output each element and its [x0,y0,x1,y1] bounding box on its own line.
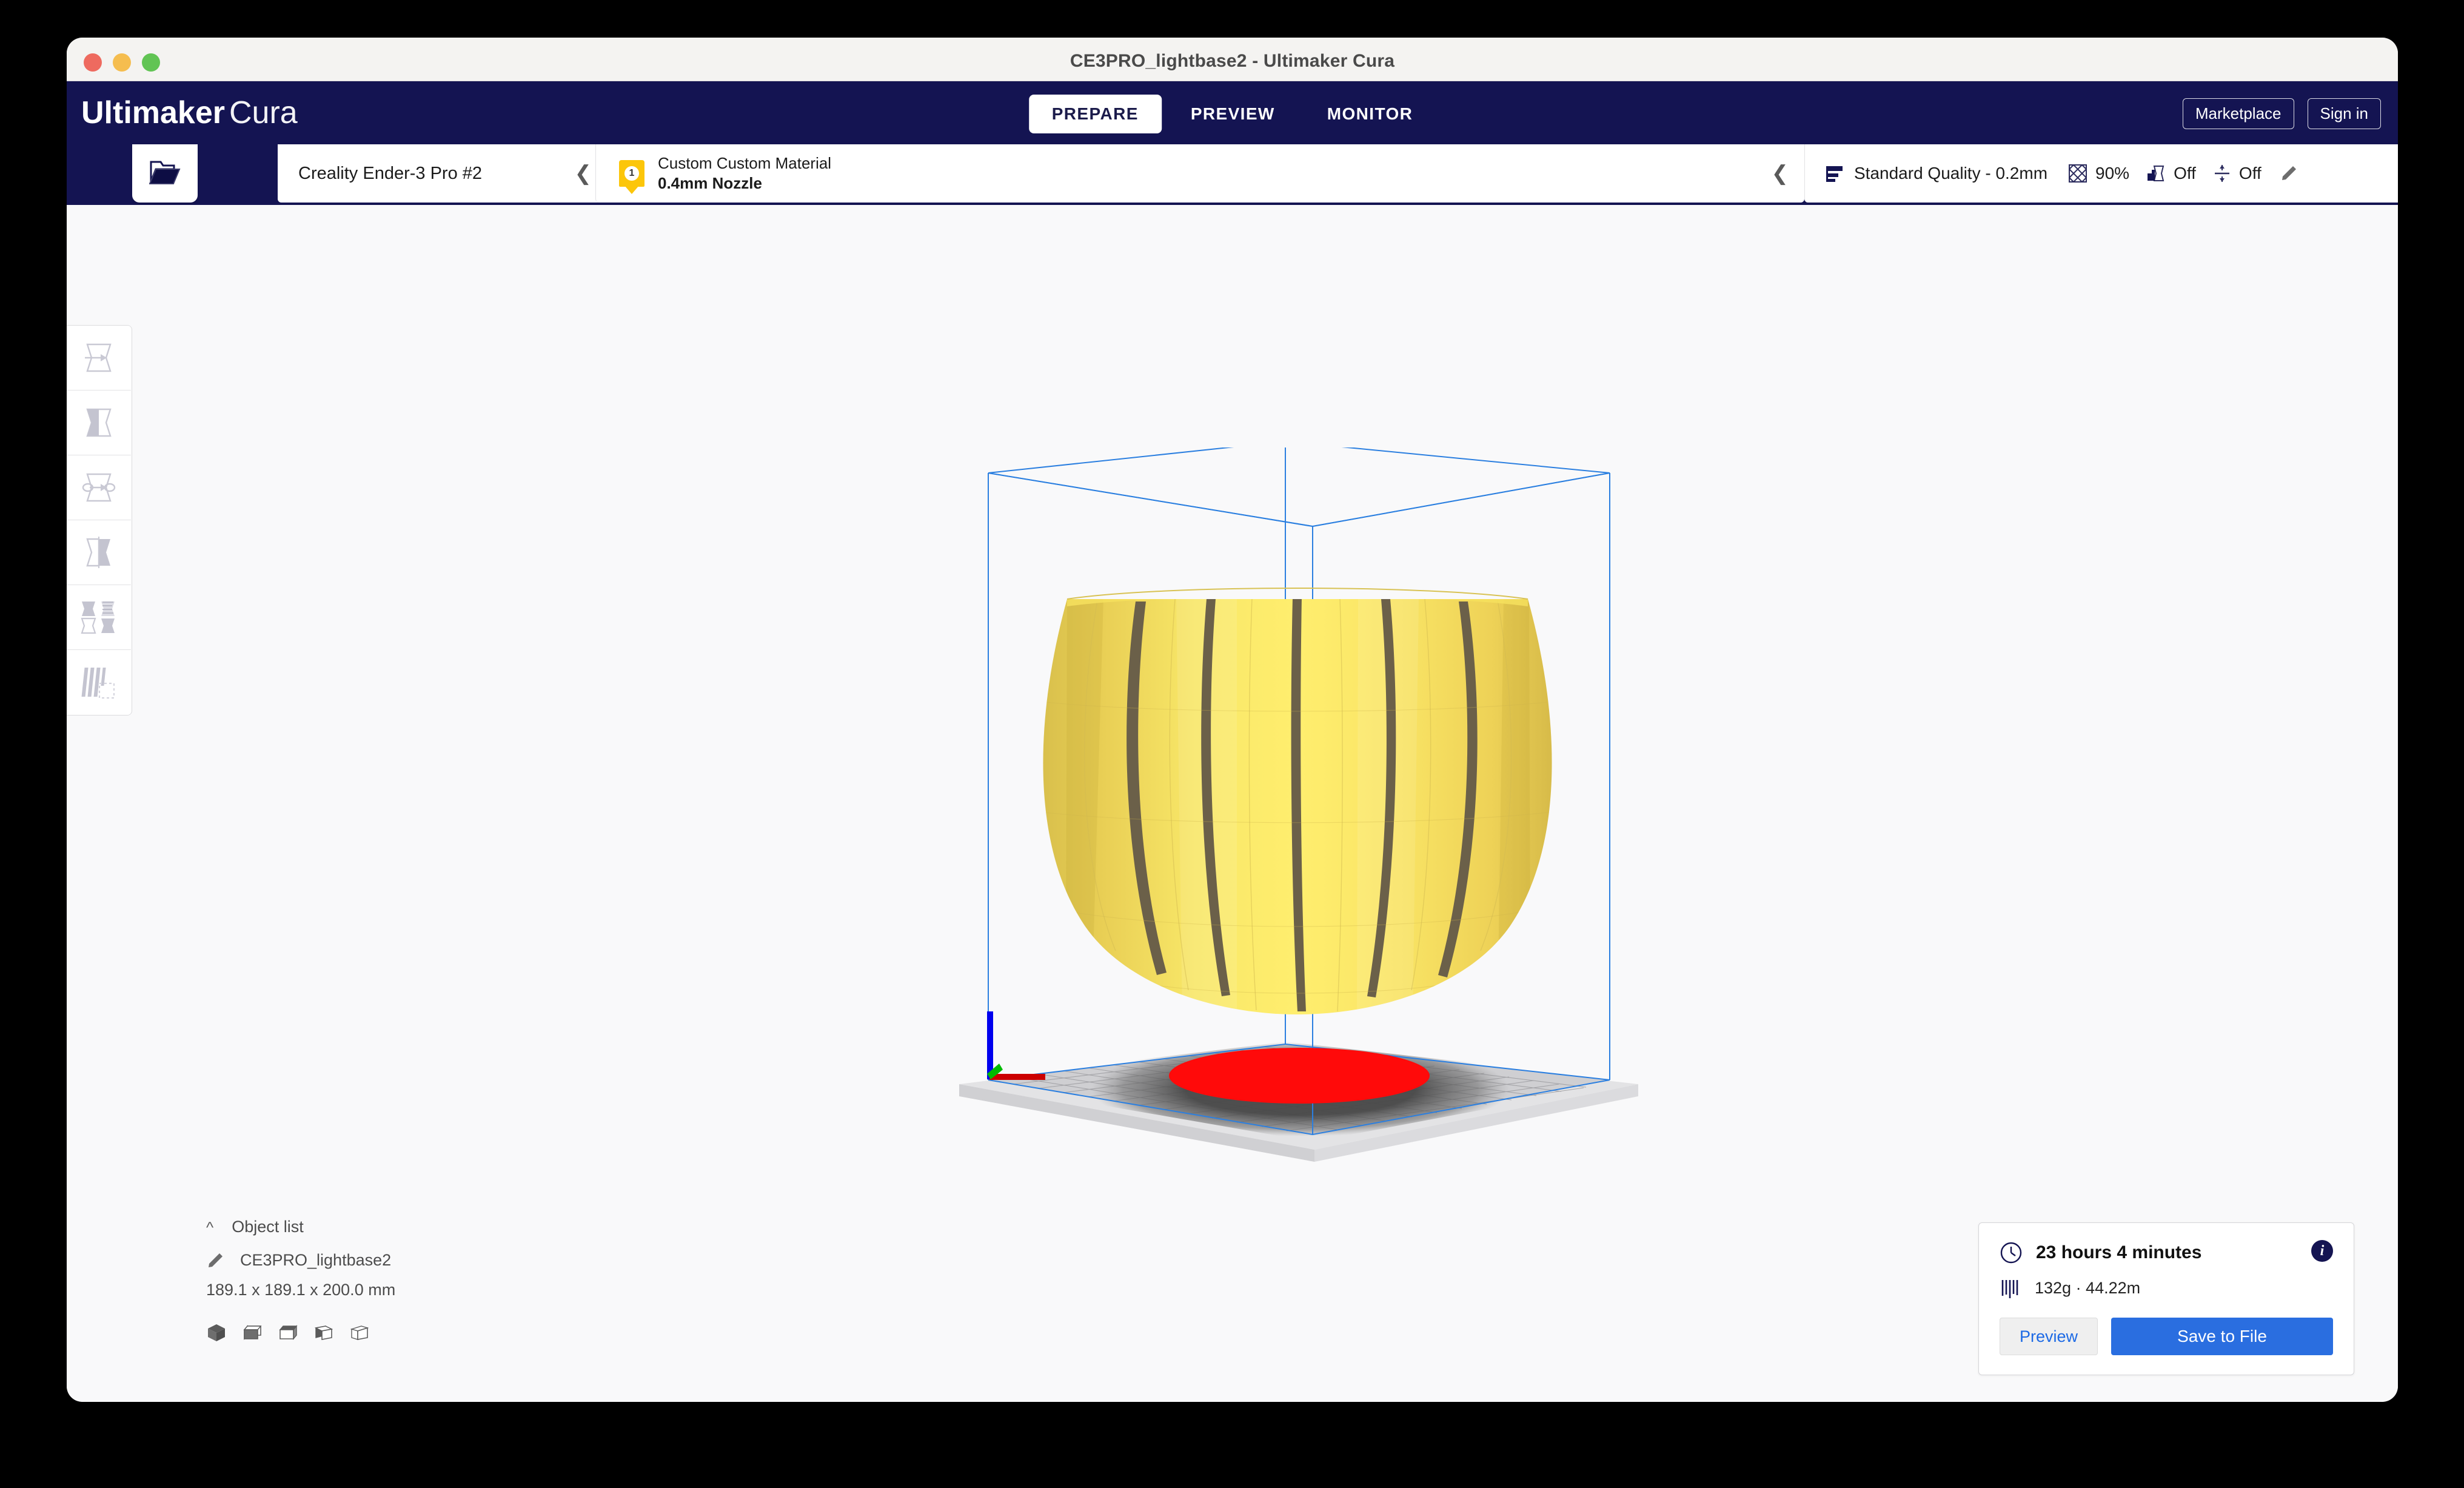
view-right-button[interactable] [349,1322,370,1346]
material-collapse-chevron-left-icon[interactable]: ❮ [1772,163,1789,184]
window-titlebar: CE3PRO_lightbase2 - Ultimaker Cura [67,38,2398,81]
printer-selector[interactable]: Creality Ender-3 Pro #2 ❮ [278,144,605,203]
per-model-settings-tool-button[interactable] [67,585,131,650]
infill-setting[interactable]: 90% [2068,164,2129,183]
material-usage-row: 132g · 44.22m [2000,1276,2333,1299]
cube-right-icon [350,1325,369,1340]
support-setting[interactable]: Off [2146,164,2196,183]
tab-preview[interactable]: PREVIEW [1168,95,1298,133]
main-tabs: PREPARE PREVIEW MONITOR [1028,95,1436,133]
preview-button[interactable]: Preview [2000,1318,2098,1355]
clock-icon [2000,1242,2022,1264]
collapse-chevron-up-icon[interactable]: ^ [206,1219,213,1235]
overhang-warning-area [1169,1048,1430,1104]
infill-value: 90% [2095,164,2130,183]
extruder-number: 1 [624,166,639,181]
axis-indicator [987,1011,1045,1080]
marketplace-button[interactable]: Marketplace [2182,98,2294,129]
adhesion-icon [2214,165,2229,182]
open-folder-icon [149,161,181,184]
print-info-panel: 23 hours 4 minutes i 132g · 44.22m Previ… [1978,1222,2354,1375]
per-model-settings-icon [81,602,115,634]
edit-settings-button[interactable] [2280,164,2298,183]
mirror-icon [86,537,110,568]
view-3d-button[interactable] [206,1322,227,1346]
print-time-value: 23 hours 4 minutes [2036,1242,2202,1262]
sign-in-button[interactable]: Sign in [2307,98,2381,129]
app-logo: Ultimaker Cura [81,95,298,131]
move-icon [85,343,112,372]
3d-viewport[interactable]: ^ Object list CE3PRO_lightbase2 189.1 x … [67,205,2398,1402]
pencil-icon [209,1253,223,1267]
print-time-row: 23 hours 4 minutes i [2000,1240,2333,1264]
material-selector[interactable]: 1 Custom Custom Material 0.4mm Nozzle ❮ [595,144,1804,203]
move-tool-button[interactable] [67,326,131,390]
info-icon[interactable]: i [2311,1240,2333,1262]
cube-3d-icon [208,1324,225,1341]
object-list-title: Object list [232,1218,304,1236]
rotate-tool-button[interactable] [67,455,131,520]
cura-window: CE3PRO_lightbase2 - Ultimaker Cura Ultim… [67,38,2398,1402]
3d-scene [922,447,1673,1260]
rotate-icon [82,473,116,502]
camera-view-buttons [206,1322,631,1346]
adhesion-setting[interactable]: Off [2213,164,2261,183]
axis-z [987,1011,993,1079]
tab-prepare[interactable]: PREPARE [1028,95,1162,133]
object-list-item[interactable]: CE3PRO_lightbase2 [206,1251,631,1270]
view-left-button[interactable] [313,1322,334,1346]
view-front-button[interactable] [242,1322,263,1346]
printer-collapse-chevron-left-icon[interactable]: ❮ [575,163,592,184]
support-blocker-icon [81,667,115,699]
view-top-button[interactable] [278,1322,298,1346]
model-ce3pro-lightbase2[interactable] [1034,588,1558,1017]
material-nozzle: 0.4mm Nozzle [658,174,762,192]
material-name: Custom Custom Material [658,153,832,172]
object-dimensions: 189.1 x 189.1 x 200.0 mm [206,1281,396,1299]
scale-tool-button[interactable] [67,390,131,455]
save-to-file-button[interactable]: Save to File [2111,1318,2333,1355]
logo-cura: Cura [229,95,298,130]
object-name: CE3PRO_lightbase2 [240,1251,392,1269]
material-text: Custom Custom Material 0.4mm Nozzle [658,153,831,194]
adhesion-value: Off [2238,164,2261,183]
logo-ultimaker: Ultimaker [81,95,225,130]
scale-icon [86,408,112,437]
filament-icon [2001,1280,2018,1298]
quality-profile-label: Standard Quality - 0.2mm [1854,164,2048,183]
object-list-header[interactable]: ^ Object list [206,1218,631,1236]
cube-front-icon [243,1325,262,1340]
support-value: Off [2174,164,2196,183]
support-icon [2148,166,2164,181]
cube-left-icon [314,1325,333,1340]
print-settings-selector[interactable]: Standard Quality - 0.2mm 90% Off Off [1804,144,2398,203]
material-usage-value: 132g · 44.22m [2035,1278,2141,1297]
printer-name: Creality Ender-3 Pro #2 [298,163,483,183]
print-actions: Preview Save to File [2000,1318,2333,1355]
app-header: Ultimaker Cura PREPARE PREVIEW MONITOR Ma… [67,81,2398,144]
mirror-tool-button[interactable] [67,520,131,585]
support-blocker-tool-button[interactable] [67,650,131,715]
quality-profile[interactable]: Standard Quality - 0.2mm [1826,163,2047,184]
header-actions: Marketplace Sign in [2182,98,2381,129]
tab-monitor[interactable]: MONITOR [1304,95,1436,133]
layer-height-icon [1826,166,1843,182]
tool-column [67,325,132,716]
infill-icon [2069,164,2087,183]
material-info: 1 Custom Custom Material 0.4mm Nozzle [619,153,831,194]
axis-x [989,1074,1045,1080]
open-file-button[interactable] [132,144,198,203]
cube-top-icon [279,1325,298,1340]
object-list-panel: ^ Object list CE3PRO_lightbase2 189.1 x … [206,1218,631,1346]
configuration-bar: Creality Ender-3 Pro #2 ❮ 1 Custom Custo… [67,144,2398,205]
pencil-icon [2282,166,2296,180]
extruder-badge-icon: 1 [619,160,644,187]
window-title: CE3PRO_lightbase2 - Ultimaker Cura [1070,51,1395,71]
